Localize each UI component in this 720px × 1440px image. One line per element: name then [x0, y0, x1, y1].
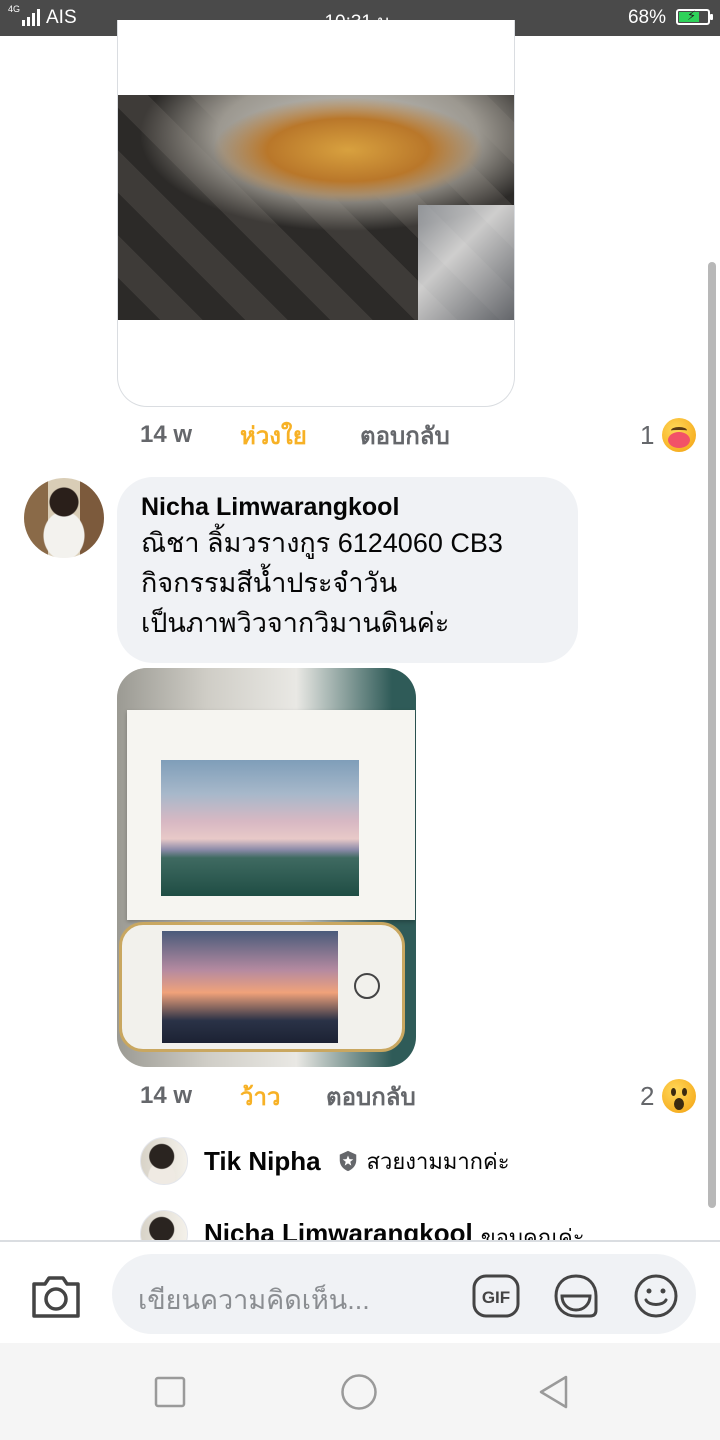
watercolor-photo[interactable]: [117, 668, 416, 1067]
bowl-photo[interactable]: [118, 95, 514, 320]
reaction-label[interactable]: ห่วงใย: [240, 416, 307, 455]
comment-bubble[interactable]: Nicha Limwarangkool ณิชา ลิ้มวรางกูร 612…: [117, 477, 578, 663]
avatar[interactable]: [24, 478, 104, 558]
comment-text-line: เป็นภาพวิวจากวิมานดินค่ะ: [141, 608, 450, 638]
avatar[interactable]: [140, 1210, 188, 1240]
comment-age: 14 w: [140, 1082, 193, 1109]
avatar[interactable]: [140, 1137, 188, 1185]
sticker-icon[interactable]: [552, 1272, 600, 1320]
system-navigation-bar: [0, 1343, 720, 1440]
back-icon[interactable]: [536, 1374, 572, 1410]
emoji-icon[interactable]: [632, 1272, 680, 1320]
comment-input-placeholder: เขียนความคิดเห็น...: [138, 1285, 370, 1315]
reaction-label[interactable]: ว้าว: [240, 1077, 280, 1116]
battery-icon: ⚡: [676, 8, 713, 25]
camera-icon[interactable]: [30, 1272, 82, 1320]
recent-apps-icon[interactable]: [154, 1376, 186, 1408]
gif-icon[interactable]: GIF: [472, 1272, 520, 1320]
shield-badge-icon: [339, 1150, 356, 1172]
scrollbar[interactable]: [708, 262, 716, 1208]
svg-text:GIF: GIF: [482, 1288, 510, 1307]
battery-percentage: 68%: [627, 7, 666, 28]
comment-age: 14 w: [140, 421, 193, 448]
previous-comment-photo-card[interactable]: [117, 20, 515, 407]
reaction-count[interactable]: 2: [640, 1081, 654, 1112]
reply-link[interactable]: ตอบกลับ: [326, 1077, 416, 1116]
care-emoji-icon[interactable]: [662, 418, 696, 452]
previous-comment-meta: 14 w ห่วงใย ตอบกลับ 1: [140, 415, 700, 455]
comment-text-line: ณิชา ลิ้มวรางกูร 6124060 CB3: [141, 528, 503, 558]
comment-author[interactable]: Nicha Limwarangkool: [141, 491, 554, 523]
home-icon[interactable]: [340, 1373, 378, 1411]
comment-text-line: กิจกรรมสีน้ำประจำวัน: [141, 568, 398, 598]
comment-meta: 14 w ว้าว ตอบกลับ 2: [140, 1076, 700, 1116]
reply-text: สวยงามมากค่ะ: [366, 1148, 510, 1174]
reaction-count[interactable]: 1: [640, 420, 654, 451]
comment-input[interactable]: เขียนความคิดเห็น... GIF: [112, 1254, 696, 1334]
reply-author[interactable]: Tik Nipha: [204, 1146, 321, 1177]
reply-item[interactable]: Tik Nipha สวยงามมากค่ะ: [140, 1137, 510, 1185]
reply-author[interactable]: Nicha Limwarangkool: [204, 1218, 473, 1240]
reply-item[interactable]: Nicha Limwarangkool ขอบคุณค่ะ: [140, 1208, 585, 1240]
wow-emoji-icon[interactable]: [662, 1079, 696, 1113]
reply-link[interactable]: ตอบกลับ: [360, 416, 450, 455]
reply-text: ขอบคุณค่ะ: [480, 1225, 585, 1240]
comment-composer: เขียนความคิดเห็น... GIF: [0, 1240, 720, 1343]
